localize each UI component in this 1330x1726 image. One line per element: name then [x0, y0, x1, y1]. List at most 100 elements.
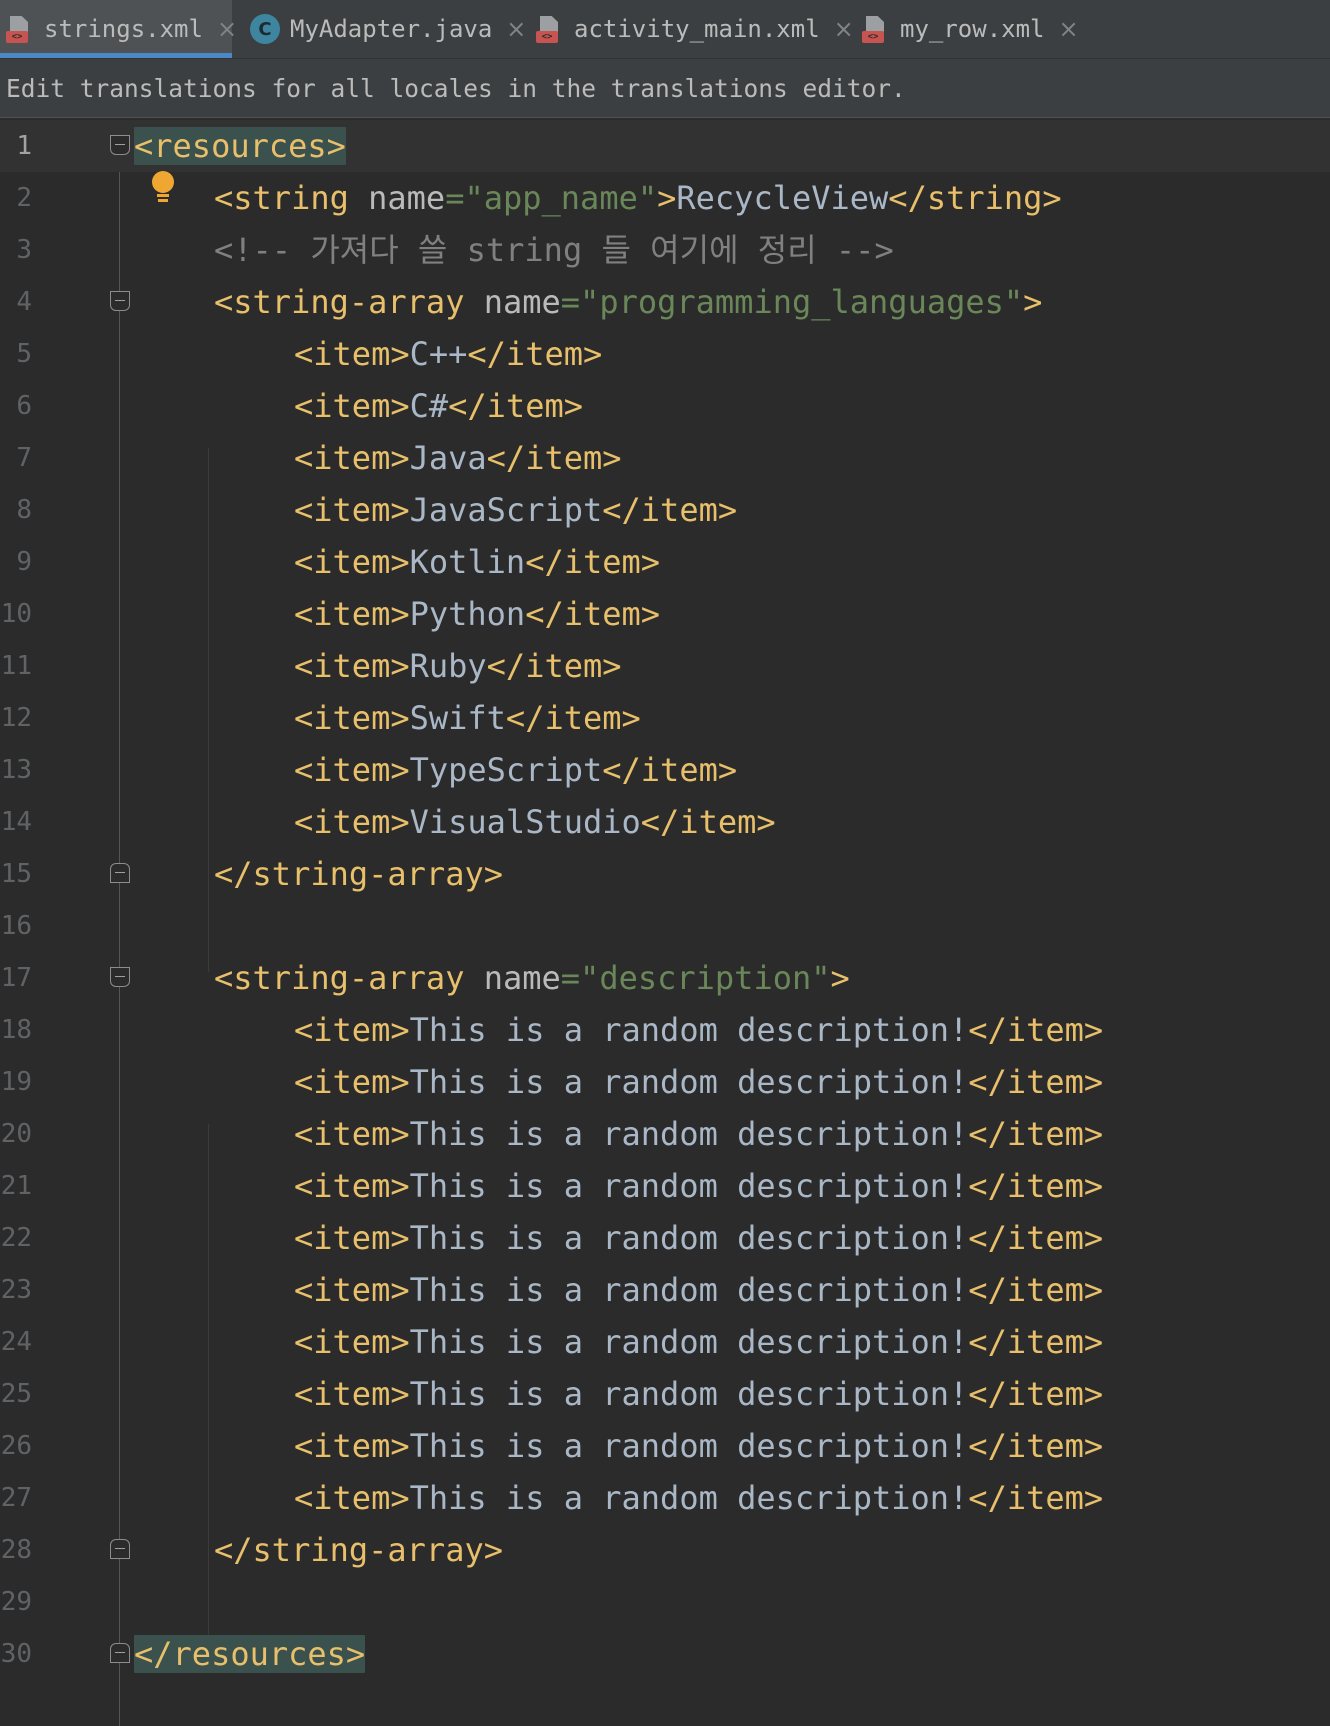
tab-label: strings.xml	[44, 15, 203, 43]
code-line[interactable]: 12 <item>Swift</item>	[0, 692, 1330, 744]
translations-editor-banner[interactable]: Edit translations for all locales in the…	[0, 59, 1330, 118]
line-number: 16	[0, 911, 32, 941]
code-line[interactable]: 23 <item>This is a random description!</…	[0, 1264, 1330, 1316]
fold-open-icon[interactable]	[110, 291, 130, 311]
xml-file-icon: <>	[4, 14, 34, 44]
code-line[interactable]: 8 <item>JavaScript</item>	[0, 484, 1330, 536]
code-line[interactable]: 16	[0, 900, 1330, 952]
xml-tag: </string-array>	[214, 855, 503, 893]
xml-tag: </string-array>	[214, 1531, 503, 1569]
line-number: 23	[0, 1275, 32, 1305]
code-line[interactable]: 11 <item>Ruby</item>	[0, 640, 1330, 692]
tab-activity-main-xml[interactable]: <> activity_main.xml ×	[534, 0, 854, 58]
xml-attribute: name	[368, 179, 446, 217]
line-number: 27	[0, 1483, 32, 1513]
code-line[interactable]: 1 <resources>	[0, 120, 1330, 172]
xml-tag: <string-array	[214, 959, 465, 997]
tab-myadapter-java[interactable]: C MyAdapter.java ×	[250, 0, 526, 58]
code-line[interactable]: 26 <item>This is a random description!</…	[0, 1420, 1330, 1472]
code-line[interactable]: 5 <item>C++</item>	[0, 328, 1330, 380]
xml-text: RecycleView	[676, 179, 889, 217]
code-editor[interactable]: 1 <resources> 2 <string name="app_name">…	[0, 120, 1330, 1726]
line-number: 9	[16, 547, 32, 577]
code-line[interactable]: 4 <string-array name="programming_langua…	[0, 276, 1330, 328]
close-icon[interactable]: ×	[834, 15, 854, 43]
line-number: 13	[0, 755, 32, 785]
fold-close-icon[interactable]	[110, 863, 130, 883]
xml-tag: <string	[214, 179, 349, 217]
line-number: 15	[0, 859, 32, 889]
code-line[interactable]: 19 <item>This is a random description!</…	[0, 1056, 1330, 1108]
code-line[interactable]: 17 <string-array name="description">	[0, 952, 1330, 1004]
tab-label: my_row.xml	[900, 15, 1045, 43]
close-icon[interactable]: ×	[506, 15, 526, 43]
xml-text: This is a random description!	[409, 1063, 969, 1101]
fold-close-icon[interactable]	[110, 1643, 130, 1663]
code-line[interactable]: 3 <!-- 가져다 쓸 string 들 여기에 정리 -->	[0, 224, 1330, 276]
line-number: 25	[0, 1379, 32, 1409]
line-number: 20	[0, 1119, 32, 1149]
line-number: 29	[0, 1587, 32, 1617]
code-line[interactable]: 6 <item>C#</item>	[0, 380, 1330, 432]
xml-attribute-value: "programming_languages"	[580, 283, 1024, 321]
xml-attribute-value: "description"	[580, 959, 831, 997]
code-line[interactable]: 15 </string-array>	[0, 848, 1330, 900]
xml-attribute-value: "app_name"	[464, 179, 658, 217]
xml-file-icon: <>	[860, 14, 890, 44]
code-line[interactable]: 2 <string name="app_name">RecycleView</s…	[0, 172, 1330, 224]
tab-label: activity_main.xml	[574, 15, 820, 43]
line-number: 10	[0, 599, 32, 629]
code-line[interactable]: 24 <item>This is a random description!</…	[0, 1316, 1330, 1368]
line-number: 19	[0, 1067, 32, 1097]
xml-text: This is a random description!	[409, 1479, 969, 1517]
code-line[interactable]: 20 <item>This is a random description!</…	[0, 1108, 1330, 1160]
line-number: 18	[0, 1015, 32, 1045]
code-line[interactable]: 30 </resources>	[0, 1628, 1330, 1680]
xml-text: This is a random description!	[409, 1219, 969, 1257]
xml-text: Python	[409, 595, 526, 633]
fold-open-icon[interactable]	[110, 135, 130, 155]
code-line[interactable]: 28 </string-array>	[0, 1524, 1330, 1576]
java-class-icon: C	[250, 14, 280, 44]
code-line[interactable]: 10 <item>Python</item>	[0, 588, 1330, 640]
line-number: 12	[0, 703, 32, 733]
xml-text: This is a random description!	[409, 1011, 969, 1049]
line-number: 11	[0, 651, 32, 681]
xml-text: This is a random description!	[409, 1323, 969, 1361]
xml-attribute: name	[483, 283, 561, 321]
code-line[interactable]: 22 <item>This is a random description!</…	[0, 1212, 1330, 1264]
code-line[interactable]: 13 <item>TypeScript</item>	[0, 744, 1330, 796]
code-line[interactable]: 27 <item>This is a random description!</…	[0, 1472, 1330, 1524]
line-number: 24	[0, 1327, 32, 1357]
xml-text: TypeScript	[409, 751, 603, 789]
code-line[interactable]: 14 <item>VisualStudio</item>	[0, 796, 1330, 848]
line-number: 6	[16, 391, 32, 421]
lightbulb-icon[interactable]	[150, 171, 176, 203]
code-line[interactable]: 25 <item>This is a random description!</…	[0, 1368, 1330, 1420]
xml-text: This is a random description!	[409, 1115, 969, 1153]
line-number: 30	[0, 1639, 32, 1669]
fold-open-icon[interactable]	[110, 967, 130, 987]
xml-text: C#	[409, 387, 449, 425]
tab-strings-xml[interactable]: <> strings.xml ×	[0, 0, 237, 58]
xml-attribute: name	[483, 959, 561, 997]
code-line[interactable]: 7 <item>Java</item>	[0, 432, 1330, 484]
line-number: 21	[0, 1171, 32, 1201]
line-number: 14	[0, 807, 32, 837]
code-line[interactable]: 29	[0, 1576, 1330, 1628]
banner-text: Edit translations for all locales in the…	[6, 74, 906, 103]
line-number: 1	[16, 131, 32, 161]
xml-text: C++	[409, 335, 468, 373]
fold-close-icon[interactable]	[110, 1539, 130, 1559]
editor-tab-bar: <> strings.xml × C MyAdapter.java × <> a…	[0, 0, 1330, 59]
xml-text: This is a random description!	[409, 1375, 969, 1413]
tab-my-row-xml[interactable]: <> my_row.xml ×	[860, 0, 1080, 58]
code-line[interactable]: 18 <item>This is a random description!</…	[0, 1004, 1330, 1056]
xml-text: Java	[409, 439, 487, 477]
xml-text: This is a random description!	[409, 1167, 969, 1205]
close-icon[interactable]: ×	[217, 15, 237, 43]
code-line[interactable]: 21 <item>This is a random description!</…	[0, 1160, 1330, 1212]
xml-tag: <resources>	[134, 127, 346, 165]
code-line[interactable]: 9 <item>Kotlin</item>	[0, 536, 1330, 588]
close-icon[interactable]: ×	[1059, 15, 1079, 43]
